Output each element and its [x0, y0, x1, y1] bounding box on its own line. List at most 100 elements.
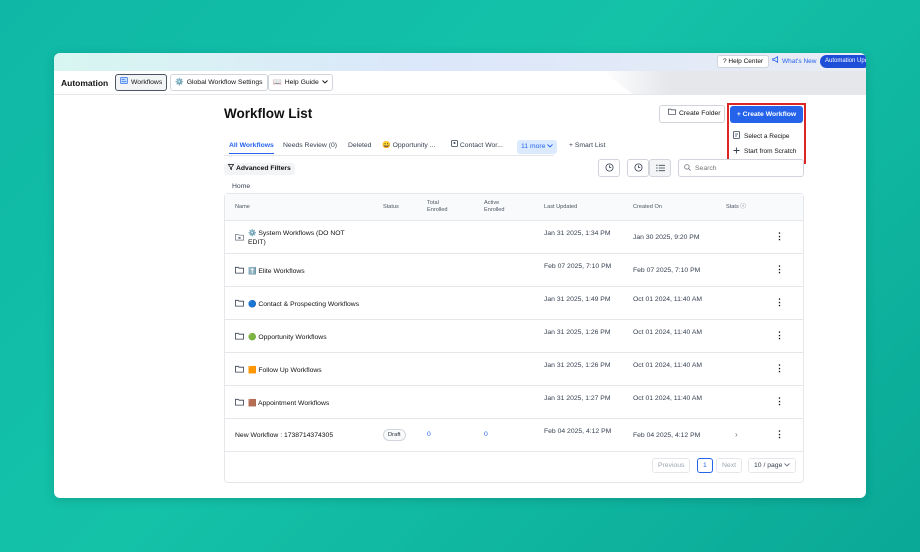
tab-opportunity-label: Opportunity ... — [392, 142, 436, 149]
folder-icon — [235, 266, 244, 277]
header-status[interactable]: Status — [383, 204, 399, 211]
row-created-on: Oct 01 2024, 11:40 AM — [633, 296, 703, 303]
help-center-button[interactable]: ? Help Center — [717, 55, 770, 68]
row-name: ⚙️ System Workflows (DO NOT EDIT) — [248, 230, 345, 246]
row-name-cell[interactable]: 🟢 Opportunity Workflows — [235, 332, 327, 343]
plus-icon — [733, 147, 740, 156]
search-icon — [684, 163, 691, 173]
page-size-select[interactable]: 10 / page — [748, 458, 797, 473]
tab-help-guide-label: Help Guide — [284, 79, 319, 86]
search-input[interactable] — [695, 164, 795, 172]
row-name-cell[interactable]: 🔵 Contact & Prospecting Workflows — [235, 299, 359, 310]
workflow-table: Name Status Total Enrolled Active Enroll… — [224, 193, 804, 483]
row-name-cell[interactable]: ⚙️ System Workflows (DO NOT EDIT) — [235, 229, 358, 247]
header-active-enrolled[interactable]: Active Enrolled — [484, 200, 514, 214]
nav-shade — [602, 71, 866, 95]
row-menu-icon[interactable]: ⋮ — [775, 231, 784, 242]
create-folder-button[interactable]: Create Folder — [659, 105, 725, 123]
clock-view-button[interactable] — [627, 159, 649, 177]
page-1-button[interactable]: 1 — [697, 458, 713, 473]
row-name-cell[interactable]: 🟧 Follow Up Workflows — [235, 365, 322, 376]
contact-icon — [451, 140, 460, 149]
previous-page-button[interactable]: Previous — [652, 458, 691, 473]
row-name-cell[interactable]: 🟫 Appointment Workflows — [235, 398, 329, 409]
table-row[interactable]: 🔵 Contact & Prospecting Workflows Jan 31… — [225, 287, 803, 320]
locked-folder-icon — [235, 233, 244, 244]
total-enrolled-value[interactable]: 0 — [427, 431, 431, 438]
header-total-enrolled[interactable]: Total Enrolled — [427, 200, 457, 214]
page-size-label: 10 / page — [754, 462, 783, 469]
table-row[interactable]: ⬆️ Elite Workflows Feb 07 2025, 7:10 PM … — [225, 254, 803, 287]
more-tabs-label: 11 more — [521, 143, 546, 150]
advanced-filters-label: Advanced Filters — [236, 165, 291, 172]
row-menu-icon[interactable]: ⋮ — [775, 264, 784, 275]
table-row[interactable]: 🟢 Opportunity Workflows Jan 31 2025, 1:2… — [225, 320, 803, 353]
row-last-updated: Jan 31 2025, 1:34 PM — [544, 230, 611, 237]
tab-workflows-label: Workflows — [131, 79, 163, 86]
header-last-updated[interactable]: Last Updated — [544, 204, 577, 211]
table-row[interactable]: 🟫 Appointment Workflows Jan 31 2025, 1:2… — [225, 386, 803, 419]
row-name: 🟧 Follow Up Workflows — [248, 367, 322, 374]
smart-list-button[interactable]: + Smart List — [569, 140, 605, 154]
advanced-filters-button[interactable]: Advanced Filters — [224, 163, 295, 175]
book-icon: 📖 — [273, 79, 282, 86]
more-tabs-dropdown[interactable]: 11 more — [517, 140, 558, 154]
tab-deleted[interactable]: Deleted — [348, 140, 371, 154]
row-name-cell[interactable]: New Workflow : 1738714374305 — [235, 431, 333, 440]
whats-new-label: What's New — [782, 57, 817, 65]
recipe-icon — [733, 131, 740, 141]
search-box[interactable] — [678, 159, 804, 177]
header-name[interactable]: Name — [235, 204, 250, 211]
whats-new-link[interactable]: What's New — [772, 55, 817, 67]
row-created-on: Oct 01 2024, 11:40 AM — [633, 329, 703, 336]
chevron-down-icon — [784, 462, 791, 469]
folder-icon — [235, 398, 244, 409]
row-last-updated: Jan 31 2025, 1:27 PM — [544, 395, 611, 402]
chevron-down-icon — [321, 75, 328, 90]
tab-all-workflows[interactable]: All Workflows — [229, 140, 274, 154]
header-created-on[interactable]: Created On — [633, 204, 662, 211]
chevron-right-icon[interactable]: › — [735, 430, 738, 439]
row-name: 🟫 Appointment Workflows — [248, 400, 330, 407]
next-page-button[interactable]: Next — [716, 458, 742, 473]
list-view-button[interactable] — [649, 159, 671, 177]
gear-icon: ⚙️ — [175, 79, 184, 86]
row-menu-icon[interactable]: ⋮ — [775, 330, 784, 341]
row-menu-icon[interactable]: ⋮ — [775, 396, 784, 407]
megaphone-icon — [772, 55, 779, 67]
row-name: 🟢 Opportunity Workflows — [248, 334, 327, 341]
tab-global-workflow-settings[interactable]: ⚙️ Global Workflow Settings — [170, 74, 268, 91]
tab-needs-review[interactable]: Needs Review (0) — [283, 140, 337, 154]
row-name-cell[interactable]: ⬆️ Elite Workflows — [235, 266, 305, 277]
history-button[interactable] — [598, 159, 620, 177]
tab-opportunity[interactable]: 😀 Opportunity ... — [382, 140, 435, 154]
clock-icon — [633, 159, 643, 177]
tab-workflows[interactable]: Workflows — [115, 74, 168, 91]
list-icon — [655, 159, 665, 177]
tab-contact-label: Contact Wor... — [459, 142, 503, 149]
tabs-divider — [224, 155, 554, 156]
table-row[interactable]: New Workflow : 1738714374305 Draft 0 0 F… — [225, 419, 803, 452]
row-last-updated: Feb 04 2025, 4:12 PM — [544, 428, 612, 435]
row-last-updated: Jan 31 2025, 1:49 PM — [544, 296, 611, 303]
breadcrumb[interactable]: Home — [232, 183, 250, 190]
select-recipe-label: Select a Recipe — [744, 132, 790, 140]
row-menu-icon[interactable]: ⋮ — [775, 297, 784, 308]
row-created-on: Feb 07 2025, 7:10 PM — [633, 267, 701, 274]
header-stats[interactable]: Stats ⓘ — [726, 204, 746, 211]
create-workflow-button[interactable]: + Create Workflow — [730, 106, 803, 123]
row-last-updated: Feb 07 2025, 7:10 PM — [544, 263, 612, 270]
tab-global-settings-label: Global Workflow Settings — [186, 79, 263, 86]
active-enrolled-value[interactable]: 0 — [484, 431, 488, 438]
row-menu-icon[interactable]: ⋮ — [775, 429, 784, 440]
workflow-icon — [120, 75, 128, 90]
row-last-updated: Jan 31 2025, 1:26 PM — [544, 329, 611, 336]
tab-help-guide[interactable]: 📖 Help Guide — [268, 74, 333, 91]
select-recipe-option[interactable]: Select a Recipe — [733, 131, 790, 141]
table-row[interactable]: 🟧 Follow Up Workflows Jan 31 2025, 1:26 … — [225, 353, 803, 386]
tab-contact-workflows[interactable]: Contact Wor... — [451, 140, 503, 154]
automation-updates-button[interactable]: Automation Upd — [820, 55, 866, 68]
table-row[interactable]: ⚙️ System Workflows (DO NOT EDIT) Jan 31… — [225, 221, 803, 254]
row-menu-icon[interactable]: ⋮ — [775, 363, 784, 374]
start-from-scratch-option[interactable]: Start from Scratch — [733, 147, 796, 156]
